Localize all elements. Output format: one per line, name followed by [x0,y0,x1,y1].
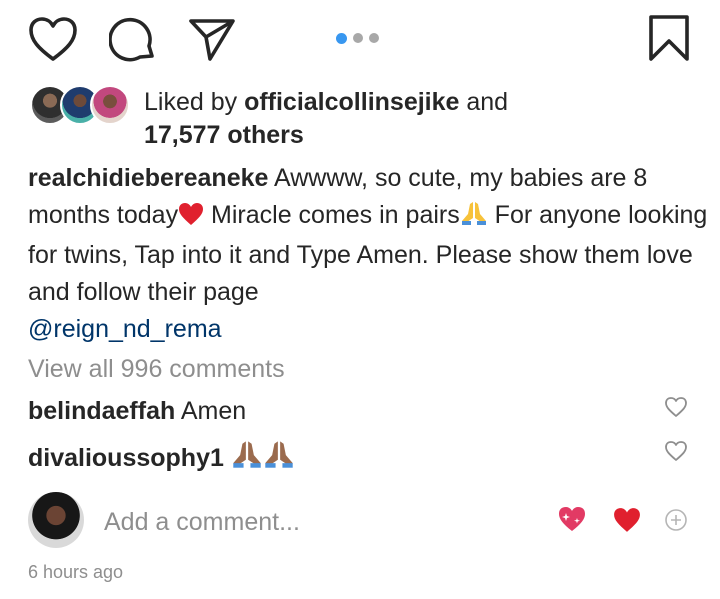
caption-username[interactable]: realchidiebereaneke [28,164,268,192]
folded-hands-emoji-icon [460,200,488,237]
comment-text [224,444,231,472]
liked-by-text[interactable]: Liked by officialcollinsejike and 17,577… [144,86,704,152]
caption-mention-link[interactable]: @reign_nd_rema [28,315,222,343]
carousel-dot [369,33,379,43]
red-heart-emoji-icon [178,200,204,237]
comment-text: Amen [175,397,247,425]
view-all-comments-link[interactable]: View all 996 comments [28,352,285,386]
comment-bubble-icon[interactable] [109,17,157,63]
comment-like-heart-icon[interactable] [664,396,688,418]
liked-by-and: and [459,88,509,116]
like-heart-icon[interactable] [28,16,78,62]
likes-count-link[interactable]: 17,577 others [144,121,304,149]
post-timestamp: 6 hours ago [28,562,124,582]
comment-row: belindaeffah Amen [28,394,246,428]
current-user-avatar [28,492,84,548]
sparkling-heart-icon[interactable] [557,505,587,533]
liked-by-avatars[interactable] [30,85,134,125]
red-heart-icon[interactable] [613,507,641,533]
avatar [90,85,130,125]
comment-username[interactable]: divalioussophy1 [28,444,224,472]
carousel-indicator [336,32,379,44]
liked-by-user-link[interactable]: officialcollinsejike [244,88,459,116]
add-circle-icon[interactable] [664,508,688,532]
carousel-dot [353,33,363,43]
folded-hands-emoji-icon [263,439,295,478]
send-paper-plane-icon[interactable] [188,17,236,61]
bookmark-icon[interactable] [648,14,690,62]
folded-hands-emoji-icon [231,439,263,478]
add-comment-input[interactable]: Add a comment... [104,505,300,539]
comment-row: divalioussophy1 [28,439,295,478]
comment-username[interactable]: belindaeffah [28,397,175,425]
liked-by-prefix: Liked by [144,88,245,116]
caption-text: Miracle comes in pairs [204,201,460,229]
comment-like-heart-icon[interactable] [664,440,688,462]
carousel-dot-active [336,32,347,44]
post-caption: realchidiebereaneke Awwww, so cute, my b… [28,160,708,348]
